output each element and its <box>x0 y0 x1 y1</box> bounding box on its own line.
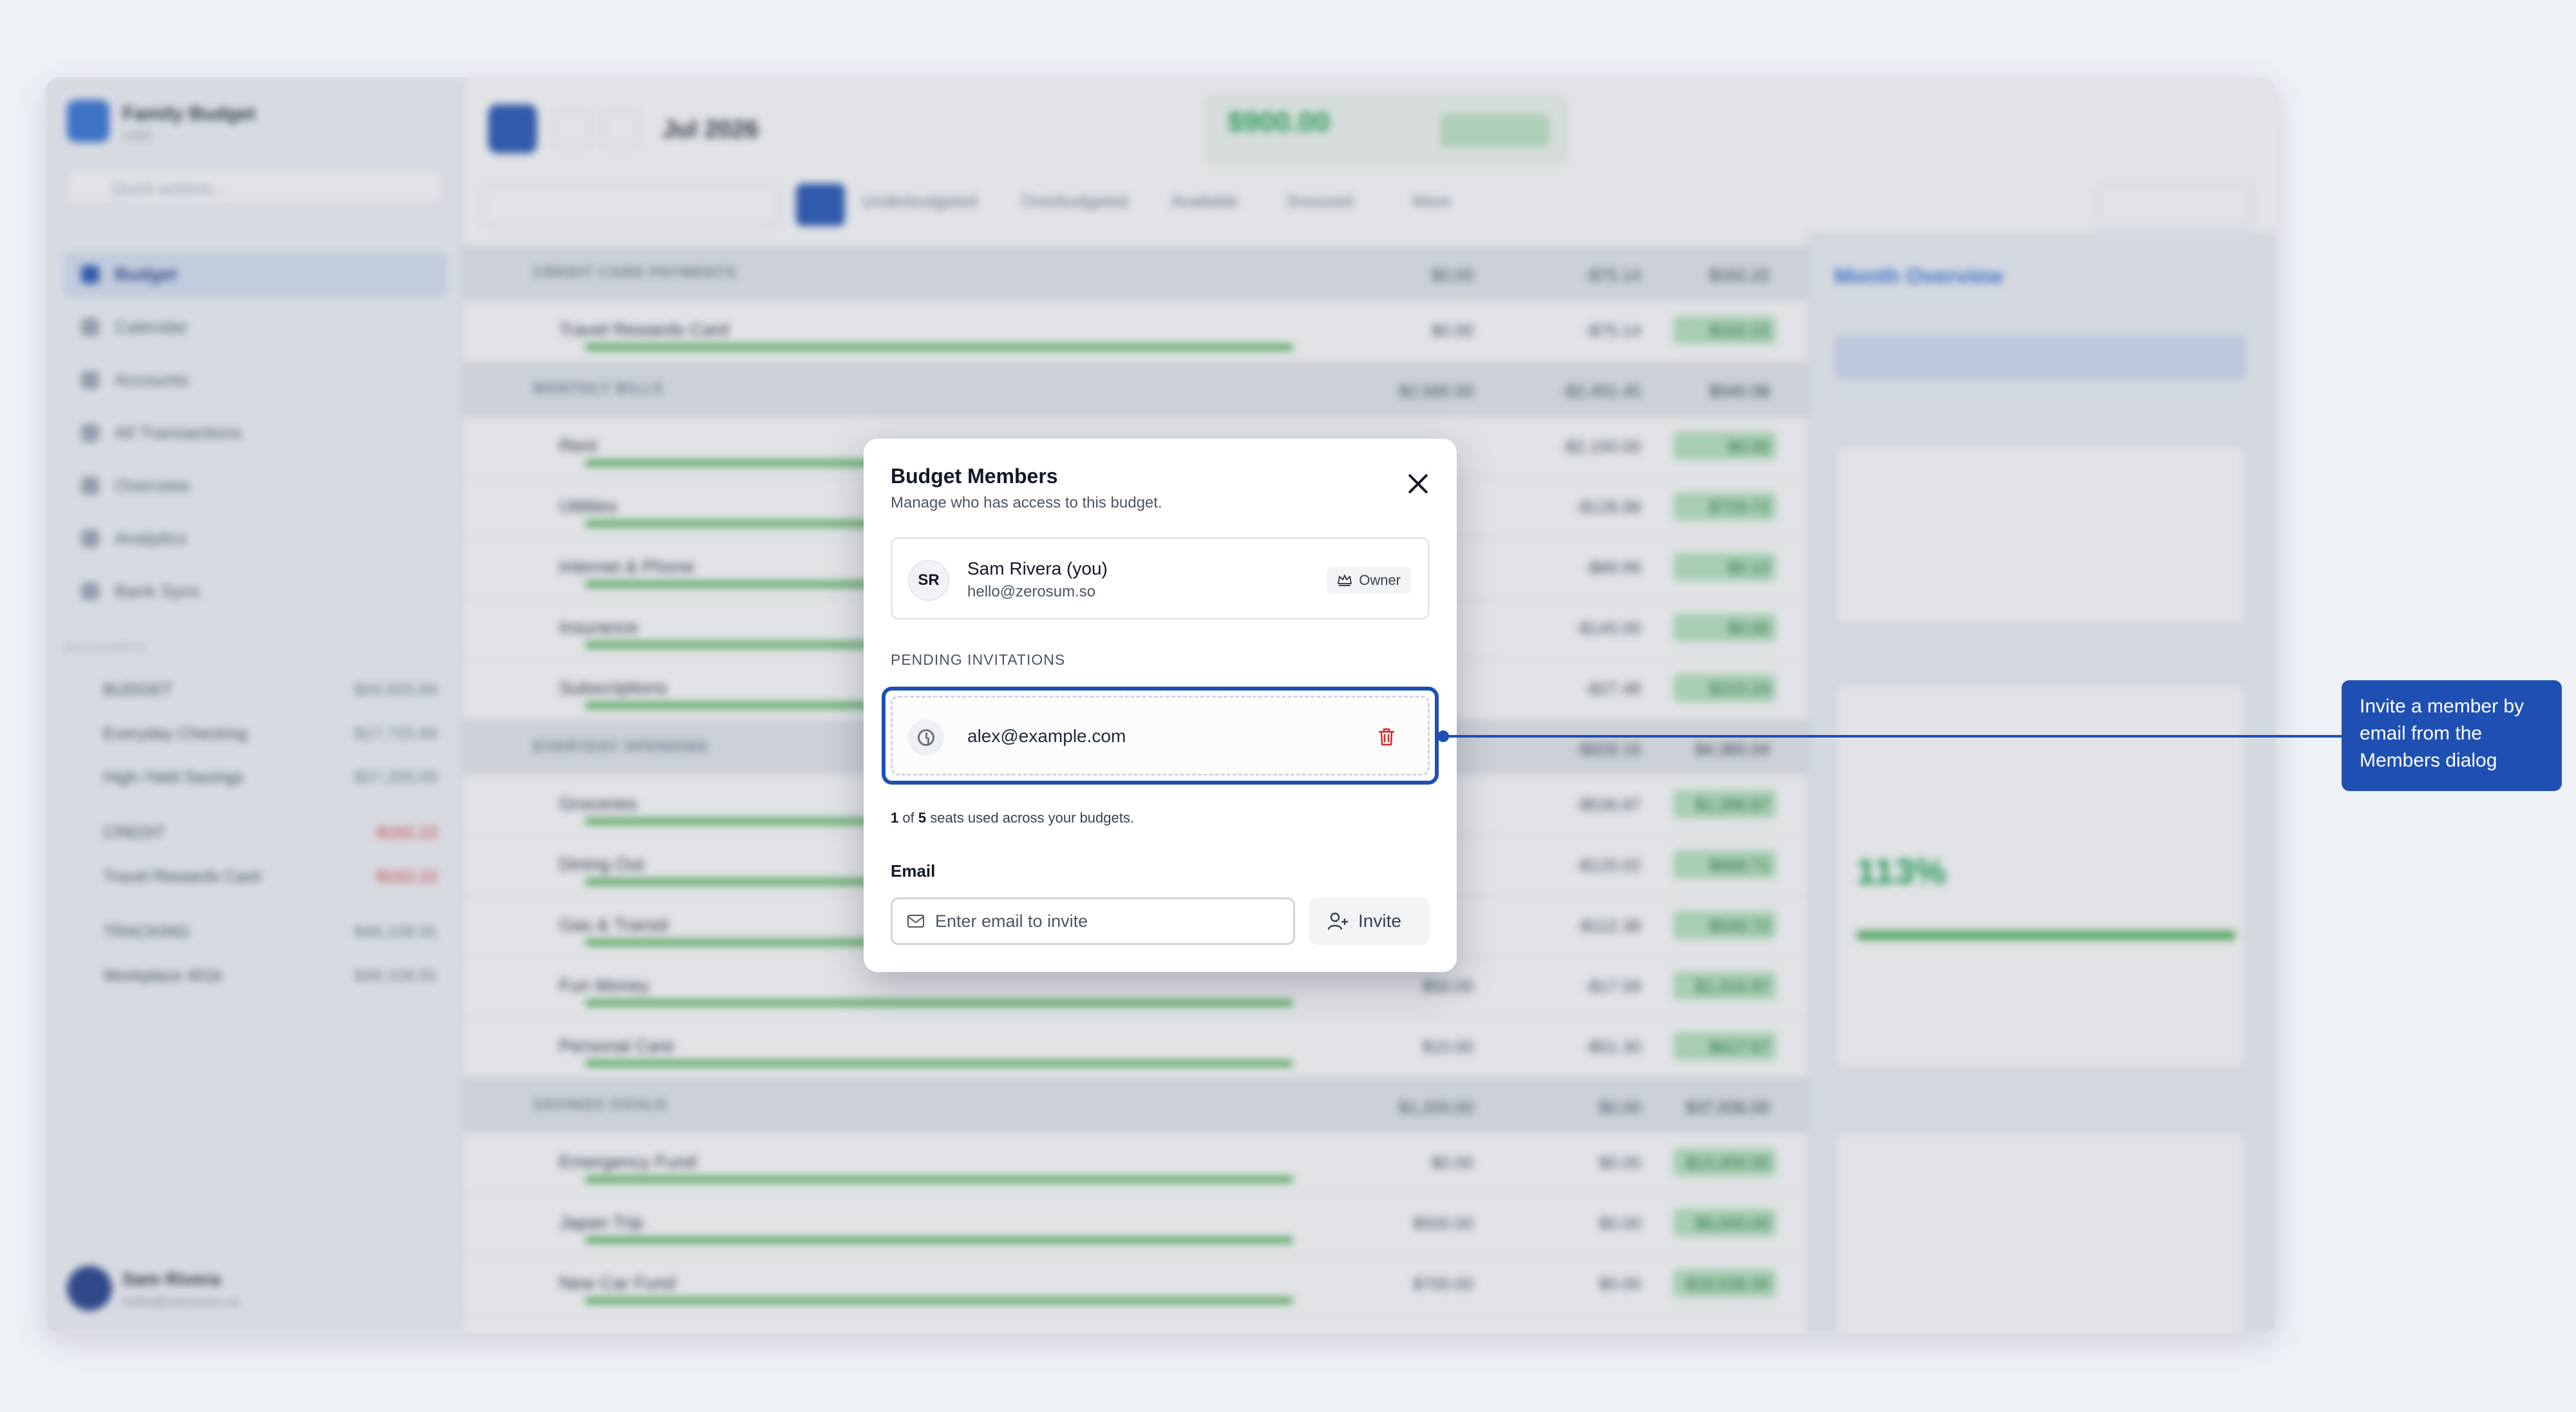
callout-tooltip: Invite a member by email from the Member… <box>2342 680 2562 791</box>
dialog-title: Budget Members <box>891 464 1058 488</box>
invitation-email: alex@example.com <box>967 726 1126 746</box>
seats-usage: 1 of 5 seats used across your budgets. <box>891 810 1134 826</box>
close-icon[interactable] <box>1406 472 1430 495</box>
user-plus-icon <box>1327 912 1348 930</box>
envelope-icon <box>907 915 924 928</box>
seats-of: of <box>902 810 914 826</box>
invite-button[interactable]: Invite <box>1309 897 1430 945</box>
callout-connector <box>1443 735 2342 738</box>
seats-used: 1 <box>891 810 899 826</box>
budget-members-dialog: Budget Members Manage who has access to … <box>864 439 1457 972</box>
trash-icon[interactable] <box>1378 727 1396 747</box>
email-label: Email <box>891 861 936 881</box>
email-field[interactable] <box>891 897 1295 945</box>
owner-badge: Owner <box>1327 567 1411 594</box>
avatar: SR <box>908 560 949 601</box>
invite-label: Invite <box>1358 911 1401 931</box>
pending-invitation-item: alex@example.com <box>891 696 1430 776</box>
clock-icon <box>908 720 944 756</box>
seats-total: 5 <box>918 810 927 826</box>
member-email: hello@zerosum.so <box>967 583 1096 600</box>
owner-label: Owner <box>1359 572 1401 588</box>
pending-invitations-label: PENDING INVITATIONS <box>891 651 1066 668</box>
dialog-subtitle: Manage who has access to this budget. <box>891 494 1162 511</box>
email-input[interactable] <box>935 908 1283 934</box>
member-name: Sam Rivera (you) <box>967 558 1108 578</box>
crown-icon <box>1338 575 1352 586</box>
seats-suffix: seats used across your budgets. <box>930 810 1134 826</box>
member-card: SR Sam Rivera (you) hello@zerosum.so Own… <box>891 537 1430 620</box>
